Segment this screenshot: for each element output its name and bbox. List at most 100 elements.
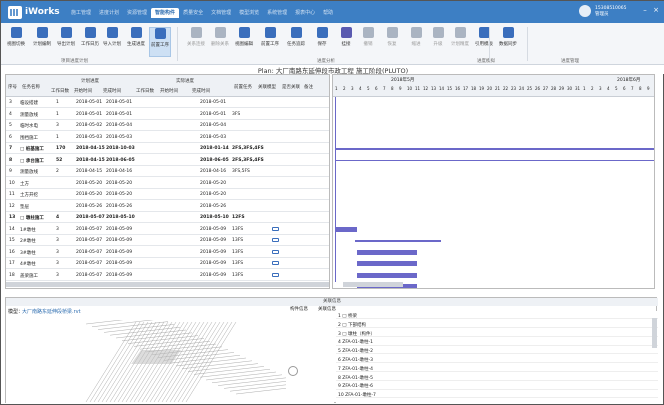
tree-item[interactable]: 5 ZFA-01-墩柱-2 [336, 346, 658, 355]
link-model-icon[interactable] [272, 272, 279, 277]
toolbar-button[interactable]: 数据同步 [497, 27, 519, 57]
column-header[interactable]: 工作日数 [136, 88, 154, 94]
link-model-icon[interactable] [272, 238, 279, 242]
vertical-scrollbar[interactable] [652, 318, 657, 348]
table-row[interactable]: 12 垫层 2018-05-26 2018-05-26 2018-05-26 [6, 201, 329, 212]
column-header[interactable]: 完成时间 [192, 88, 210, 94]
table-cell: 4 [56, 215, 60, 220]
toolbar-button[interactable]: 工作日历 [79, 27, 101, 57]
close-icon[interactable]: × [652, 6, 660, 14]
table-row[interactable]: 4 测量放线 1 2018-05-01 2018-05-01 2018-05-01 3FS [6, 109, 329, 120]
table-row[interactable]: 9 测量放线 2 2018-04-15 2018-04-16 2018-04-16 3FS,… [6, 166, 329, 177]
column-header[interactable]: 开始时间 [160, 88, 178, 94]
column-header[interactable]: 开始时间 [74, 88, 92, 94]
tree-item[interactable]: 8 ZFA-01-墩柱-5 [336, 373, 658, 381]
gantt-bar[interactable] [335, 148, 654, 150]
column-header[interactable]: 关联模型 [258, 84, 276, 90]
menu-item[interactable]: 系统管理 [263, 8, 291, 18]
tree-item[interactable]: 9 ZFA-01-墩柱-6 [336, 381, 658, 390]
toolbar-button[interactable]: 生成进度 [125, 27, 147, 57]
menu-item-active[interactable]: 智能构件 [151, 8, 180, 18]
toolbar-button[interactable]: 引用模板 [473, 27, 495, 57]
toolbar-button[interactable]: 前置工序 [149, 27, 171, 57]
tree-item[interactable]: 3 □ 墩柱（构件） [336, 329, 658, 337]
column-header[interactable]: 序号 [8, 84, 17, 90]
timeline-day: 25 [527, 86, 533, 91]
tree-item[interactable]: 7 ZFA-01-墩柱-4 [336, 364, 658, 372]
toolbar-button[interactable]: 保存 [311, 27, 333, 57]
model-file-link[interactable]: 大厂南路东延伸段桥梁.rvt [22, 308, 81, 315]
table-cell: 1#墩柱 [20, 227, 36, 233]
horizontal-scrollbar[interactable] [6, 282, 329, 287]
column-header[interactable]: 工作日数 [51, 88, 69, 94]
column-header[interactable]: 是否关联 [282, 84, 300, 90]
toolbar-button[interactable]: 挂接 [335, 27, 357, 57]
gantt-bar[interactable] [355, 240, 441, 242]
table-row[interactable]: 18 盖梁施工 3 2018-05-07 2018-05-09 2018-05-09 13F… [6, 270, 329, 281]
menu-item[interactable]: 文档管理 [207, 8, 235, 18]
tree-item[interactable]: 4 ZFA-01-墩柱-1 [336, 337, 658, 346]
table-cell: 2018-05-10 [106, 215, 135, 220]
gantt-bar[interactable] [335, 226, 357, 232]
gantt-bar[interactable] [335, 159, 654, 161]
table-row[interactable]: 6 围挡施工 1 2018-05-03 2018-05-03 2018-05-03 [6, 132, 329, 143]
toolbar-button[interactable]: 计划编制 [31, 27, 53, 57]
menu-item[interactable]: 帮助 [319, 8, 337, 18]
toolbar-button[interactable]: 视图编辑 [233, 27, 255, 57]
link-model-icon[interactable] [272, 249, 279, 254]
horizontal-scrollbar[interactable] [343, 282, 403, 287]
tree-item[interactable]: 1 □ 桥梁 [336, 311, 658, 320]
column-header[interactable]: 任务名称 [22, 84, 40, 90]
tree-item[interactable]: 10 ZFA-01-墩柱-7 [336, 390, 658, 399]
table-cell: 2018-05-07 [76, 238, 103, 243]
tree-item[interactable]: 2 □ 下部结构 [336, 320, 658, 328]
bridge-model-3d[interactable] [76, 320, 286, 404]
toolbar-button[interactable]: 前置工序 [259, 27, 281, 57]
gantt-bar[interactable] [357, 261, 417, 266]
toolbar-button[interactable]: 导出计划 [55, 27, 77, 57]
toolbar-button[interactable]: 关系连接 [185, 27, 207, 57]
table-row[interactable]: 16 3#墩柱 3 2018-05-07 2018-05-09 2018-05-09 13F… [6, 247, 329, 258]
table-row[interactable]: 7 □ 桩基施工 170 2018-04-15 2018-10-03 2018-01-14… [6, 143, 329, 154]
toolbar-button[interactable]: 缩进 [405, 27, 427, 57]
menu-item[interactable]: 资源管理 [123, 8, 151, 18]
menu-item[interactable]: 施工管理 [67, 8, 95, 18]
toolbar-button[interactable]: 删除关系 [209, 27, 231, 57]
column-header[interactable]: 前置任务 [234, 84, 252, 90]
link-model-icon[interactable] [272, 226, 279, 231]
table-row[interactable]: 17 4#墩柱 3 2018-05-07 2018-05-09 2018-05-09 13F… [6, 258, 329, 269]
table-row[interactable]: 5 临时水电 3 2018-05-02 2018-05-04 2018-05-04 [6, 120, 329, 131]
toolbar-button[interactable]: 视图切换 [5, 27, 27, 57]
timeline-day: 6 [623, 86, 626, 91]
toolbar-button[interactable]: 任务追踪 [285, 27, 307, 57]
table-row[interactable]: 10 土方 2018-05-20 2018-05-20 2018-05-20 [6, 178, 329, 189]
table-row[interactable]: 8 □ 承台施工 52 2018-04-15 2018-06-05 2018-06-05 2… [6, 155, 329, 166]
table-row[interactable]: 3 临设搭建 1 2018-05-01 2018-05-01 2018-05-01 [6, 97, 329, 108]
table-row[interactable]: 11 土方开挖 2018-05-20 2018-05-20 2018-05-20 [6, 189, 329, 200]
menu-item[interactable]: 报表中心 [291, 8, 319, 18]
toolbar-button[interactable]: 升级 [427, 27, 449, 57]
tree-tab[interactable]: 关联信息 [318, 306, 336, 312]
timeline-day: 7 [383, 86, 386, 91]
tree-item[interactable]: 6 ZFA-01-墩柱-3 [336, 355, 658, 364]
column-header[interactable]: 备注 [304, 84, 313, 90]
avatar[interactable] [579, 5, 591, 17]
tree-tab[interactable]: 构件信息 [290, 306, 308, 312]
table-row[interactable]: 13 □ 墩柱施工 4 2018-05-07 2018-05-10 2018-05-10 1… [6, 212, 329, 223]
gantt-bar[interactable] [357, 272, 417, 278]
table-cell: 2018-05-03 [106, 134, 133, 140]
link-model-icon[interactable] [272, 261, 279, 265]
gantt-bar[interactable] [357, 249, 417, 255]
menu-item[interactable]: 质量安全 [179, 8, 207, 18]
toolbar-button[interactable]: 导入计划 [101, 27, 123, 57]
toolbar-button[interactable]: 计划精度 [449, 27, 471, 57]
table-row[interactable]: 15 2#墩柱 3 2018-05-07 2018-05-09 2018-05-09 13F… [6, 235, 329, 246]
minimize-icon[interactable]: – [641, 6, 649, 14]
column-header[interactable]: 完成时间 [103, 88, 121, 94]
menu-item[interactable]: 模型浏览 [235, 8, 263, 18]
toolbar-button[interactable]: 恢复 [381, 27, 403, 57]
toolbar-button[interactable]: 撤销 [357, 27, 379, 57]
table-row[interactable]: 14 1#墩柱 3 2018-05-07 2018-05-09 2018-05-09 13F… [6, 224, 329, 235]
menu-item[interactable]: 进度计划 [95, 8, 123, 18]
orbit-icon[interactable] [288, 366, 298, 376]
